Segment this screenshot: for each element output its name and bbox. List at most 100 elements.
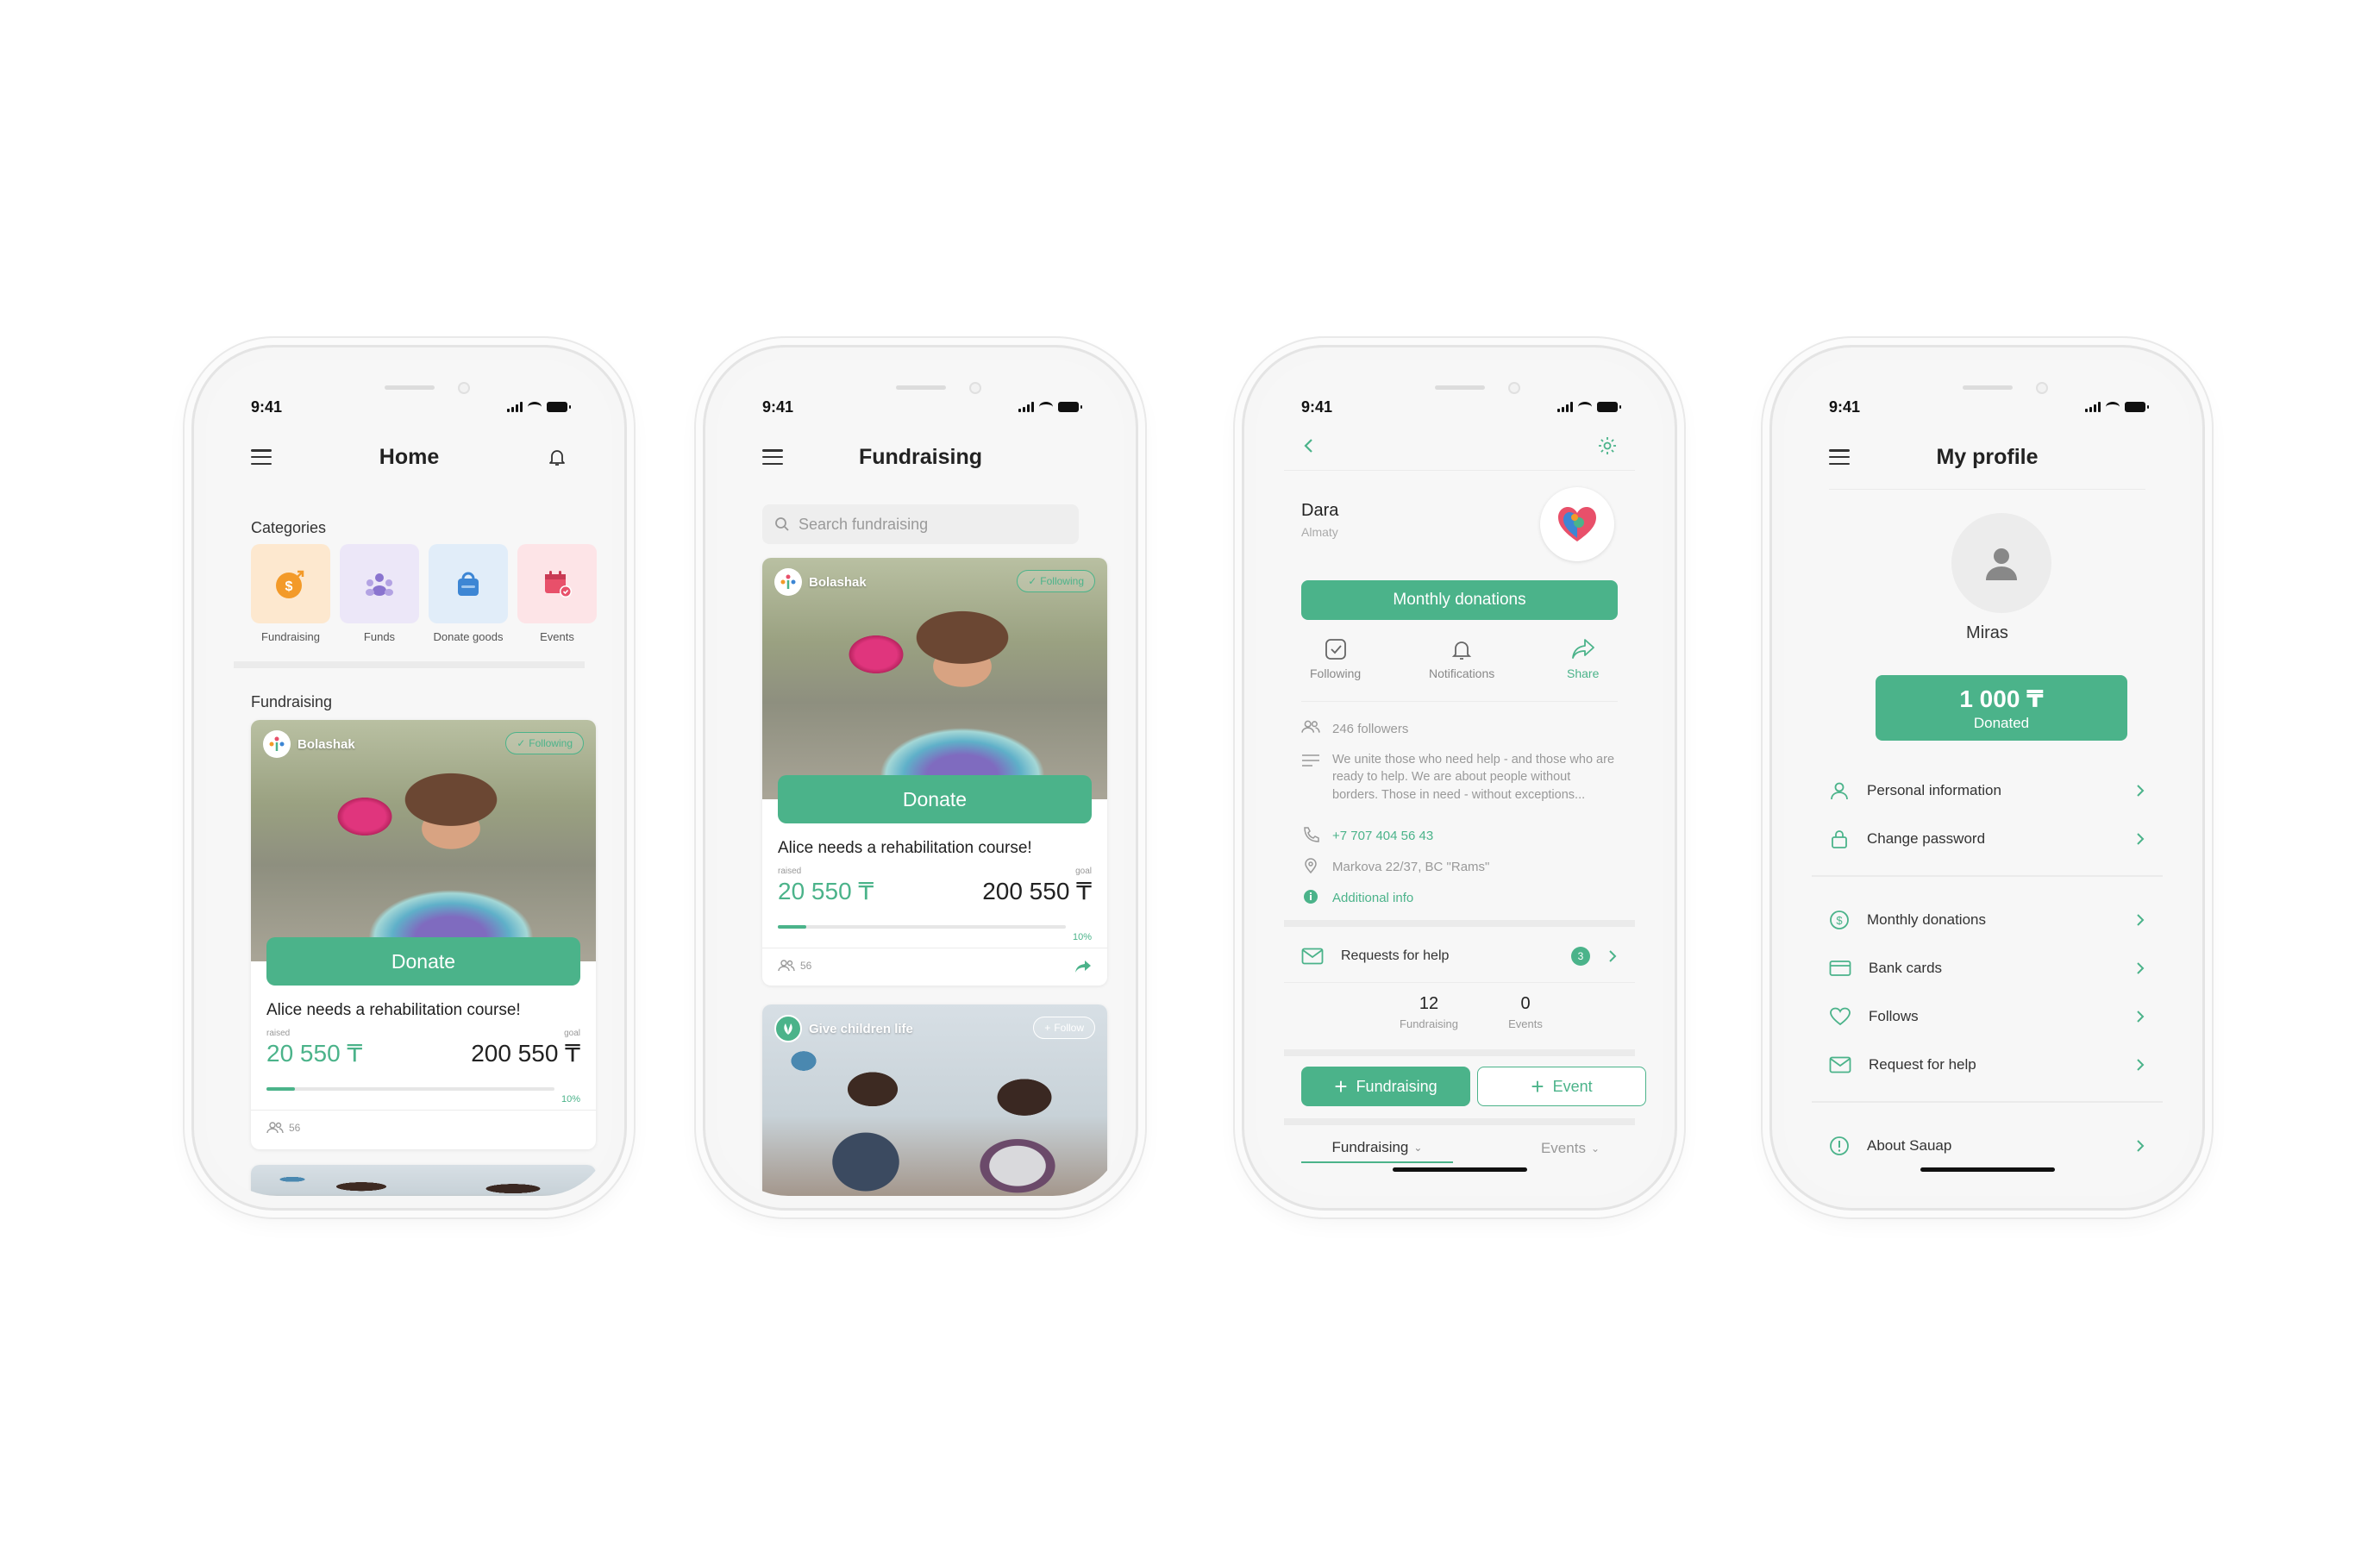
change-password-row[interactable]: Change password [1829,822,2145,856]
battery-icon [1058,402,1082,412]
category-fundraising[interactable]: $ [251,544,330,623]
bank-cards-row[interactable]: Bank cards [1829,951,2145,986]
avatar[interactable] [1951,513,2051,613]
follows-row[interactable]: Follows [1829,999,2145,1034]
fundraising-card-next[interactable] [251,1165,596,1196]
search-input[interactable]: Search fundraising [762,504,1079,544]
chevron-right-icon [2137,785,2145,797]
campaign-photo: Bolashak ✓ Following [762,558,1107,799]
requests-badge: 3 [1571,947,1590,966]
org-logo [774,1015,802,1042]
svg-text:$: $ [1836,914,1843,927]
campaign-photo: Give children life + Follow [762,1004,1107,1196]
back-icon[interactable] [1301,437,1317,454]
phone-profile: 9:41 My profile Miras 1 000 ₸ Donated Pe… [1769,345,2205,1211]
battery-icon [2125,402,2149,412]
topbar-divider [1829,489,2145,490]
status-time: 9:41 [1301,397,1333,416]
heart-logo-icon [1558,507,1596,541]
requests-label: Requests for help [1341,948,1450,963]
category-label: Fundraising [261,630,320,643]
fund-description: We unite those who need help - and those… [1332,753,1615,802]
org-chip[interactable]: Bolashak [263,730,355,758]
bell-icon[interactable] [547,447,567,467]
add-fundraising-button[interactable]: + Fundraising [1301,1067,1470,1106]
tab-label: Fundraising [1331,1139,1409,1155]
mail-icon [1829,1056,1851,1073]
tab-events[interactable]: Events ⌄ [1494,1134,1646,1163]
fund-topbar [1301,429,1618,463]
wifi-icon [1578,402,1592,412]
share-action[interactable]: Share [1567,637,1599,680]
dollar-icon: $ [1830,911,1849,929]
add-event-button[interactable]: + Event [1477,1067,1646,1106]
home-indicator[interactable] [1392,1167,1527,1172]
additional-info-line[interactable]: Additional info [1301,889,1618,907]
people-outline-icon [266,1122,284,1134]
following-button[interactable]: ✓ Following [1017,570,1095,592]
category-label: Funds [363,630,396,643]
camera [1508,382,1520,394]
action-label: Following [1310,666,1362,680]
check-icon: ✓ [1028,575,1037,587]
fundraising-card[interactable]: Bolashak ✓ Following Donate Alice needs a… [762,558,1107,986]
speaker [384,385,435,390]
category-events[interactable] [517,544,597,623]
search-icon [775,517,789,531]
following-action[interactable]: Following [1310,637,1361,680]
org-logo [263,730,291,758]
menu-icon[interactable] [251,449,272,465]
notifications-action[interactable]: Notifications [1429,637,1494,680]
lock-icon [1832,830,1847,848]
org-logo [774,568,802,596]
requests-divider [1284,982,1635,983]
following-label: Following [529,737,573,749]
org-chip[interactable]: Bolashak [774,568,867,596]
fund-phone[interactable]: +7 707 404 56 43 [1332,827,1433,845]
personal-information-row[interactable]: Personal information [1829,773,2145,808]
fund-address: Markova 22/37, BC "Rams" [1332,860,1490,874]
speaker [895,385,946,390]
chevron-down-icon: ⌄ [1590,1142,1600,1155]
donate-button[interactable]: Donate [266,937,580,986]
fundraising-card-2[interactable]: Give children life + Follow [762,1004,1107,1196]
phone-home: 9:41 Home Categories $ Fundraising Funds… [191,345,627,1211]
follow-button[interactable]: + Follow [1033,1017,1095,1039]
menu-icon[interactable] [1829,449,1850,465]
home-indicator[interactable] [1920,1167,2055,1172]
phone-line[interactable]: +7 707 404 56 43 [1301,827,1618,845]
status-bar: 9:41 [1301,396,1621,418]
about-sauap-row[interactable]: About Sauap [1829,1129,2145,1163]
menu-icon[interactable] [762,449,783,465]
campaign-title: Alice needs a rehabilitation course! [266,1001,521,1019]
request-for-help-row[interactable]: Request for help [1829,1048,2145,1082]
row-label: Monthly donations [1867,911,1986,928]
org-name: Give children life [809,1021,913,1036]
progress-fill [266,1087,296,1091]
requests-for-help-row[interactable]: Requests for help 3 [1301,939,1618,973]
category-funds[interactable] [340,544,419,623]
row-label: Personal information [1867,782,2001,798]
category-donate-goods[interactable] [429,544,508,623]
org-chip[interactable]: Give children life [774,1015,913,1042]
row-label: Bank cards [1869,960,1943,976]
monthly-donations-row[interactable]: $ Monthly donations [1829,903,2145,937]
gear-icon[interactable] [1597,435,1618,456]
fundraising-topbar: Fundraising [762,435,1079,479]
people-icon [366,573,393,596]
share-icon[interactable] [1074,960,1092,973]
tab-fundraising[interactable]: Fundraising ⌄ [1301,1134,1453,1163]
additional-info-link[interactable]: Additional info [1332,889,1413,907]
stat-label: Events [1508,1017,1543,1030]
chevron-right-icon [2137,962,2145,974]
plus-icon: + [1044,1022,1051,1034]
goal-amount: 200 550 ₸ [982,878,1092,904]
following-button[interactable]: ✓ Following [505,732,584,754]
donate-button[interactable]: Donate [778,775,1092,823]
fundraising-card[interactable]: Bolashak ✓ Following Donate Alice needs a… [251,720,596,1149]
donated-summary[interactable]: 1 000 ₸ Donated [1876,675,2127,741]
chevron-down-icon: ⌄ [1413,1142,1423,1154]
participants-count: 56 [800,960,812,972]
monthly-donations-button[interactable]: Monthly donations [1301,580,1618,620]
side-button [625,580,627,649]
